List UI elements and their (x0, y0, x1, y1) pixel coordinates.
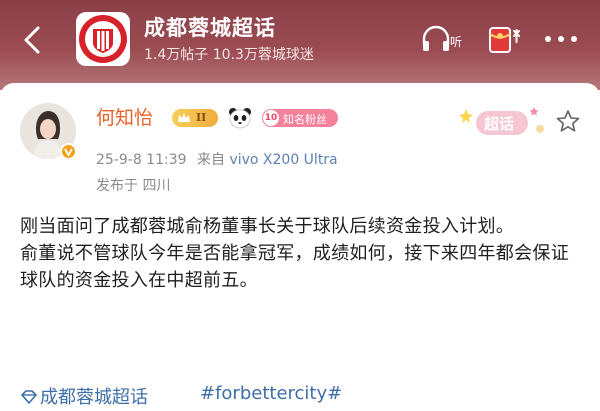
post-location: 发布于 四川 (96, 178, 171, 194)
level-badge: II (172, 109, 218, 127)
crown-icon (178, 113, 190, 122)
forum-stats: 1.4万帖子 10.3万蓉城球迷 (144, 47, 314, 63)
back-arrow-icon[interactable] (18, 22, 48, 58)
post-date: 25-9-8 11:39 (96, 152, 187, 168)
post-body: 刚当面问了成都蓉城俞杨董事长关于球队后续资金投入计划。 俞董说不管球队今年是否能… (20, 213, 586, 294)
panda-icon (228, 107, 252, 129)
source-prefix: 来自 (196, 152, 225, 168)
post-paragraph: 俞董说不管球队今年是否能拿冠军，成绩如何，接下来四年都会保证球队的资金投入在中超… (20, 243, 569, 291)
topic-link-label: 成都蓉城超话 (40, 387, 148, 408)
post-paragraph: 刚当面问了成都蓉城俞杨董事长关于球队后续资金投入计划。 (20, 216, 515, 237)
verified-badge-icon (60, 143, 77, 160)
post-card: 何知怡 II 10 知名粉丝 超话 25-9-8 11:39 来自 vivo X… (0, 83, 600, 411)
red-envelope-icon[interactable] (484, 22, 526, 56)
fan-badge-label: 知名粉丝 (283, 113, 327, 126)
fan-badge-number: 10 (263, 110, 279, 126)
svg-text:听: 听 (450, 35, 462, 49)
level-badge-text: II (196, 111, 207, 124)
listen-icon[interactable]: 听 (420, 22, 470, 56)
diamond-icon (21, 390, 37, 404)
top-bar: 成都蓉城超话 1.4万帖子 10.3万蓉城球迷 听 (0, 0, 600, 90)
more-options-icon[interactable] (538, 22, 584, 56)
club-logo[interactable] (76, 12, 130, 66)
post-meta: 25-9-8 11:39 来自 vivo X200 Ultra (96, 149, 338, 169)
page-title: 成都蓉城超话 (144, 16, 276, 40)
device-name[interactable]: vivo X200 Ultra (229, 152, 337, 168)
favorite-star-icon[interactable] (556, 109, 580, 133)
author-name[interactable]: 何知怡 (96, 103, 153, 130)
hashtag-link[interactable]: #forbettercity# (200, 383, 342, 404)
chaohua-tag-label: 超话 (484, 115, 515, 133)
fan-badge[interactable]: 10 知名粉丝 (262, 109, 338, 127)
chaohua-tag[interactable]: 超话 (456, 101, 548, 141)
topic-link[interactable]: 成都蓉城超话 (20, 383, 148, 409)
